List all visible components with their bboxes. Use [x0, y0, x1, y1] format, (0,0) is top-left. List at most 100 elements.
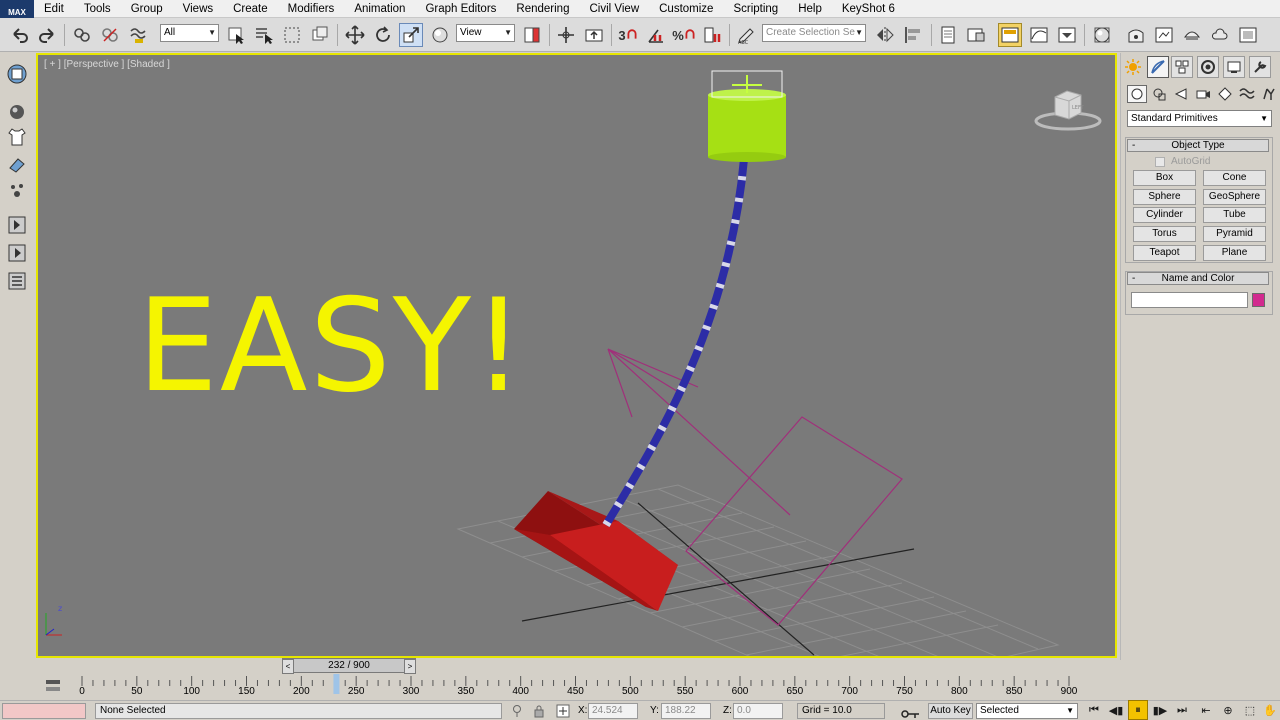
geometry-icon[interactable] — [1127, 85, 1147, 103]
go-to-end-icon[interactable]: ⏭ — [1172, 700, 1192, 720]
toggle-ribbon-icon[interactable] — [998, 23, 1022, 47]
absolute-mode-transform-icon[interactable] — [556, 704, 570, 718]
frame-tool-1-icon[interactable] — [5, 213, 29, 237]
motion-tab-icon[interactable] — [1223, 56, 1245, 78]
menu-scripting[interactable]: Scripting — [723, 0, 788, 18]
utilities-tab-icon[interactable] — [1249, 56, 1271, 78]
primitive-tube-button[interactable]: Tube — [1203, 207, 1266, 224]
align-icon[interactable] — [901, 23, 925, 47]
auto-key-button[interactable]: Auto Key — [928, 703, 973, 719]
eraser-icon[interactable] — [5, 153, 29, 177]
menu-graph-editors[interactable]: Graph Editors — [415, 0, 506, 18]
next-key-icon[interactable]: ▮▶ — [1150, 700, 1170, 720]
z-coordinate-field[interactable]: 0.0 — [733, 703, 783, 719]
menu-animation[interactable]: Animation — [344, 0, 415, 18]
mirror-icon[interactable] — [873, 23, 897, 47]
application-button[interactable]: MAX — [0, 0, 34, 18]
menu-modifiers[interactable]: Modifiers — [278, 0, 345, 18]
sphere-tool-icon[interactable] — [5, 100, 29, 124]
menu-help[interactable]: Help — [788, 0, 832, 18]
primitive-plane-button[interactable]: Plane — [1203, 244, 1266, 261]
set-key-icon[interactable] — [900, 707, 920, 720]
redo-icon[interactable] — [35, 23, 59, 47]
select-and-rotate-icon[interactable] — [371, 23, 395, 47]
keyboard-shortcut-override-icon[interactable] — [582, 23, 606, 47]
window-crossing-icon[interactable] — [308, 23, 332, 47]
undo-icon[interactable] — [8, 23, 32, 47]
render-setup-icon[interactable] — [1124, 23, 1148, 47]
maximize-viewport-icon[interactable]: ⬚ — [1240, 700, 1260, 720]
hierarchy-tab-icon[interactable] — [1197, 56, 1219, 78]
pause-button-icon[interactable]: ⏸ — [1128, 700, 1148, 720]
primitive-category-dropdown[interactable]: Standard Primitives ▼ — [1127, 110, 1272, 127]
autogrid-checkbox[interactable]: AutoGrid — [1155, 156, 1210, 167]
sun-icon[interactable] — [1122, 56, 1144, 78]
lights-icon[interactable] — [1171, 85, 1191, 103]
angle-snap-icon[interactable] — [644, 23, 668, 47]
scene-explorer-icon[interactable] — [964, 23, 988, 47]
frame-tool-2-icon[interactable] — [5, 241, 29, 265]
shapes-icon[interactable] — [1149, 85, 1169, 103]
frame-tool-3-icon[interactable] — [5, 269, 29, 293]
menu-keyshot-6[interactable]: KeyShot 6 — [832, 0, 905, 18]
y-coordinate-field[interactable]: 188.22 — [661, 703, 711, 719]
snaps-toggle-icon[interactable]: 3 — [616, 23, 640, 47]
menu-create[interactable]: Create — [223, 0, 278, 18]
select-and-scale-icon[interactable] — [399, 23, 423, 47]
select-manipulate-icon[interactable] — [554, 23, 578, 47]
next-frame-button[interactable]: > — [404, 659, 416, 674]
name-color-header[interactable]: - Name and Color — [1127, 272, 1269, 285]
primitive-torus-button[interactable]: Torus — [1133, 226, 1196, 243]
percent-snap-icon[interactable]: % — [672, 23, 696, 47]
object-name-input[interactable] — [1131, 292, 1248, 308]
key-filter-dropdown[interactable]: Selected ▼ — [976, 703, 1078, 719]
go-to-start-icon[interactable]: ⏮ — [1084, 700, 1104, 720]
previous-key-icon[interactable]: ◀▮ — [1106, 700, 1126, 720]
bind-to-space-warp-icon[interactable] — [126, 23, 150, 47]
unlink-icon[interactable] — [98, 23, 122, 47]
pivot-center-icon[interactable] — [520, 23, 544, 47]
select-and-place-icon[interactable] — [428, 23, 452, 47]
viewcube-icon[interactable]: LEFT — [1033, 83, 1103, 135]
previous-frame-button[interactable]: < — [282, 659, 294, 674]
helpers-icon[interactable] — [1215, 85, 1235, 103]
schematic-view-icon[interactable] — [1055, 23, 1079, 47]
select-and-link-icon[interactable] — [70, 23, 94, 47]
material-editor-icon[interactable] — [1090, 23, 1114, 47]
key-mode-toggle-icon[interactable]: ⇤ — [1196, 700, 1216, 720]
menu-group[interactable]: Group — [121, 0, 173, 18]
reference-coordinate-dropdown[interactable]: View ▼ — [456, 24, 515, 42]
named-selection-dropdown[interactable]: Create Selection Se ▼ — [762, 24, 866, 42]
menu-rendering[interactable]: Rendering — [506, 0, 579, 18]
cameras-icon[interactable] — [1193, 85, 1213, 103]
systems-icon[interactable] — [1259, 85, 1279, 103]
pan-view-icon[interactable]: ✋ — [1260, 700, 1280, 720]
time-slider[interactable]: < 232 / 900 > — [282, 658, 416, 674]
zoom-extents-icon[interactable]: ⊕ — [1218, 700, 1238, 720]
render-production-icon[interactable] — [1180, 23, 1204, 47]
rendered-frame-window-icon[interactable] — [1152, 23, 1176, 47]
render-in-cloud-icon[interactable] — [1208, 23, 1232, 47]
rectangular-selection-icon[interactable] — [280, 23, 304, 47]
menu-views[interactable]: Views — [173, 0, 223, 18]
selection-lock-icon[interactable] — [532, 704, 546, 718]
track-bar[interactable]: 0 50 100 150 200 250 300 350 400 450 500 550 600 650 7… — [0, 674, 1117, 700]
object-color-swatch[interactable] — [1252, 293, 1265, 307]
primitive-sphere-button[interactable]: Sphere — [1133, 188, 1196, 205]
curve-editor-icon[interactable] — [1027, 23, 1051, 47]
isolate-selection-icon[interactable] — [510, 704, 524, 718]
select-and-move-icon[interactable] — [343, 23, 367, 47]
modify-tab-icon[interactable] — [1171, 56, 1193, 78]
primitive-teapot-button[interactable]: Teapot — [1133, 244, 1196, 261]
shirt-icon[interactable] — [5, 125, 29, 149]
a360-gallery-icon[interactable] — [1236, 23, 1260, 47]
primitive-cylinder-button[interactable]: Cylinder — [1133, 207, 1196, 224]
edit-named-selection-icon[interactable]: ABC — [734, 23, 758, 47]
scatter-tool-icon[interactable] — [5, 179, 29, 203]
space-warps-icon[interactable] — [1237, 85, 1257, 103]
menu-civil-view[interactable]: Civil View — [579, 0, 649, 18]
primitive-pyramid-button[interactable]: Pyramid — [1203, 226, 1266, 243]
maxscript-listener[interactable] — [2, 703, 86, 719]
menu-tools[interactable]: Tools — [74, 0, 121, 18]
select-by-name-icon[interactable] — [252, 23, 276, 47]
